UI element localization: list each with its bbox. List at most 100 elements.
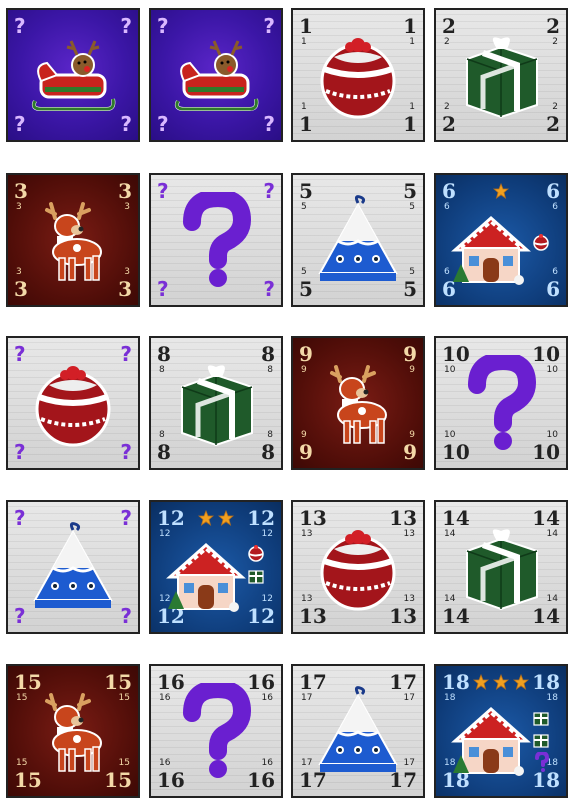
card-number-small: 9 — [409, 365, 415, 375]
card-number-small: 13 — [301, 529, 313, 539]
card-18[interactable]: 16 16 16 16 16 16 16 16 — [149, 664, 283, 798]
card-19[interactable]: 17 17 17 17 17 17 17 17 — [291, 664, 425, 798]
card-number-small: 2 — [444, 37, 450, 47]
star-icon — [217, 509, 235, 530]
card-number-small: 17 — [301, 758, 313, 768]
question-corner-icon: ? — [120, 14, 132, 38]
card-number-small: 17 — [403, 693, 415, 703]
gift-icon — [457, 29, 545, 121]
card-number-small: 9 — [409, 430, 415, 440]
mini-ball-icon — [532, 233, 550, 255]
card-5[interactable]: 33333333 — [6, 173, 140, 307]
card-number-small: 1 — [409, 37, 415, 47]
card-number: 9 — [403, 342, 417, 366]
tree-ornament-icon — [314, 684, 402, 778]
card-number: 12 — [157, 506, 185, 530]
star-rating — [472, 673, 530, 694]
question-corner-icon: ? — [14, 14, 26, 38]
card-number: 1 — [403, 112, 417, 136]
question-corner-icon: ? — [157, 277, 169, 301]
question-corner-icon: ? — [14, 604, 26, 628]
card-number-small: 16 — [159, 693, 171, 703]
reindeer-icon — [318, 357, 398, 449]
mini-q-icon — [534, 750, 550, 776]
card-4[interactable]: 22222222 — [434, 8, 568, 142]
card-20[interactable]: 18 18 18 18 18 18 18 18 — [434, 664, 568, 798]
card-17[interactable]: 15 15 15 15 15 15 15 15 — [6, 664, 140, 798]
card-6[interactable]: ???? — [149, 173, 283, 307]
card-15[interactable]: 13 13 13 13 13 13 13 13 — [291, 500, 425, 634]
card-number: 3 — [118, 277, 132, 301]
card-9[interactable]: ???? — [6, 336, 140, 470]
question-icon — [180, 683, 252, 779]
card-number: 3 — [14, 277, 28, 301]
card-number-small: 3 — [16, 202, 22, 212]
card-number: 12 — [247, 604, 275, 628]
card-number: 5 — [403, 277, 417, 301]
gift-icon — [172, 357, 260, 449]
card-number-small: 3 — [124, 202, 130, 212]
star-icon — [492, 182, 510, 203]
card-number-small: 16 — [261, 693, 273, 703]
card-number-small: 13 — [301, 594, 313, 604]
question-corner-icon: ? — [157, 179, 169, 203]
card-number-small: 10 — [546, 430, 558, 440]
card-8[interactable]: 66666666 — [434, 173, 568, 307]
question-corner-icon: ? — [263, 112, 275, 136]
card-number: 8 — [261, 342, 275, 366]
card-number: 9 — [403, 440, 417, 464]
card-number: 1 — [299, 112, 313, 136]
card-number-small: 3 — [16, 267, 22, 277]
star-rating — [492, 182, 510, 203]
card-14[interactable]: 12 12 12 12 12 12 12 12 — [149, 500, 283, 634]
ornament-icon — [312, 29, 404, 121]
question-corner-icon: ? — [14, 440, 26, 464]
question-corner-icon: ? — [120, 506, 132, 530]
question-icon — [465, 355, 537, 451]
card-number-small: 2 — [552, 102, 558, 112]
card-2[interactable]: ???? — [149, 8, 283, 142]
card-number-small: 2 — [444, 102, 450, 112]
card-number-small: 8 — [159, 430, 165, 440]
card-number: 9 — [299, 342, 313, 366]
card-7[interactable]: 55555555 — [291, 173, 425, 307]
card-number-small: 14 — [444, 529, 456, 539]
card-number: 1 — [403, 14, 417, 38]
question-corner-icon: ? — [263, 179, 275, 203]
question-corner-icon: ? — [157, 112, 169, 136]
card-number-small: 16 — [261, 758, 273, 768]
tree-ornament-icon — [314, 193, 402, 287]
card-number-small: 5 — [409, 202, 415, 212]
ornament-icon — [27, 357, 119, 449]
card-10[interactable]: 88888888 — [149, 336, 283, 470]
card-number-small: 5 — [301, 267, 307, 277]
card-number-small: 5 — [301, 202, 307, 212]
card-1[interactable]: ???? — [6, 8, 140, 142]
card-number-small: 15 — [16, 693, 28, 703]
question-corner-icon: ? — [120, 604, 132, 628]
sleigh-icon — [27, 35, 119, 115]
card-number-small: 8 — [159, 365, 165, 375]
card-3[interactable]: 11111111 — [291, 8, 425, 142]
card-number-small: 9 — [301, 430, 307, 440]
card-number: 2 — [546, 112, 560, 136]
question-corner-icon: ? — [120, 342, 132, 366]
card-12[interactable]: 10 10 10 10 10 10 10 10 — [434, 336, 568, 470]
card-number: 5 — [299, 277, 313, 301]
card-13[interactable]: ???? — [6, 500, 140, 634]
card-number-small: 10 — [444, 365, 456, 375]
card-number-small: 15 — [118, 758, 130, 768]
card-number-small: 1 — [301, 102, 307, 112]
card-number: 2 — [442, 14, 456, 38]
card-number-small: 12 — [261, 594, 273, 604]
card-number: 5 — [403, 179, 417, 203]
card-number-small: 10 — [444, 430, 456, 440]
house-icon — [449, 210, 533, 290]
card-16[interactable]: 14 14 14 14 14 14 14 14 — [434, 500, 568, 634]
card-11[interactable]: 99999999 — [291, 336, 425, 470]
house-icon — [449, 701, 533, 781]
question-corner-icon: ? — [14, 506, 26, 530]
house-icon — [164, 537, 248, 617]
card-number: 3 — [118, 179, 132, 203]
card-number-small: 14 — [546, 594, 558, 604]
